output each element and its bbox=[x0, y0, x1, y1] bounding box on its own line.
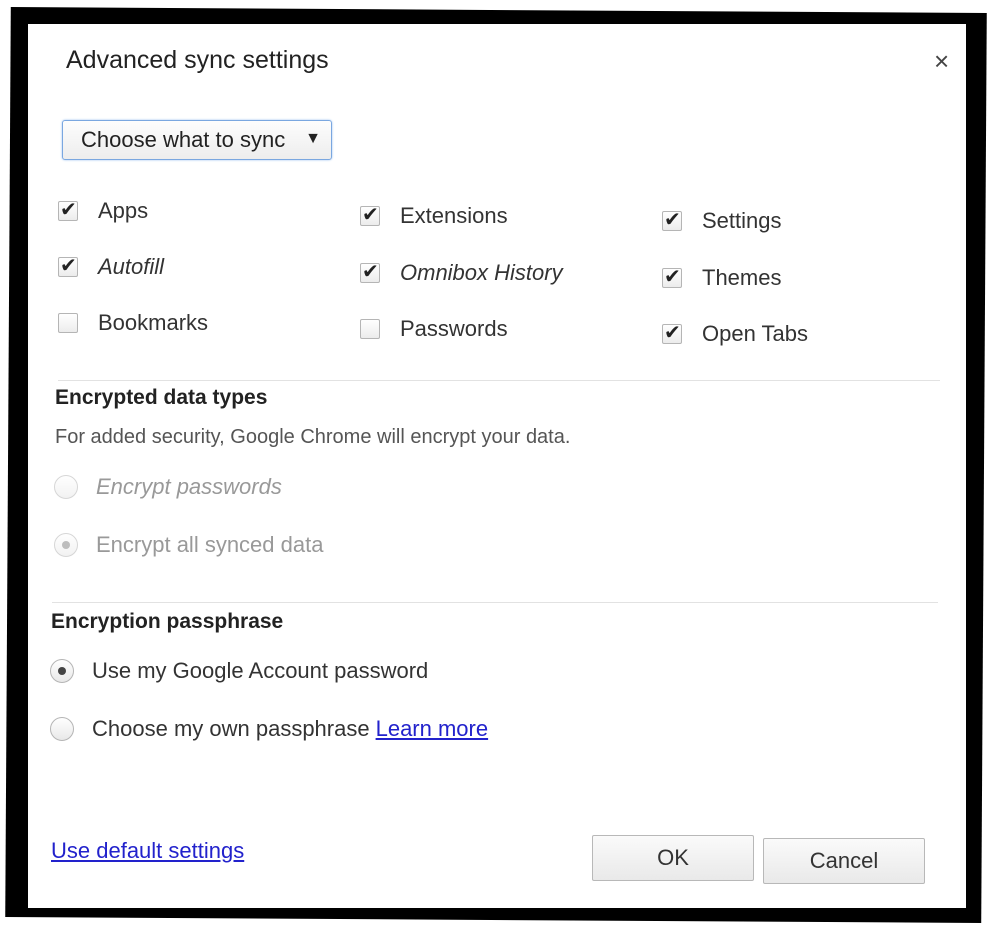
sync-item-label: Open Tabs bbox=[702, 321, 809, 346]
dialog-title: Advanced sync settings bbox=[66, 46, 329, 74]
checkbox-open-tabs[interactable] bbox=[662, 320, 682, 345]
radio-button bbox=[54, 533, 78, 557]
dropdown-selected-value: Choose what to sync bbox=[81, 127, 286, 152]
sync-item-themes[interactable]: Themes bbox=[662, 264, 782, 291]
encrypted-types-heading: Encrypted data types bbox=[55, 386, 268, 409]
ok-button[interactable]: OK bbox=[592, 835, 754, 881]
radio-label: Use my Google Account password bbox=[92, 658, 429, 683]
sync-item-label: Settings bbox=[702, 208, 782, 233]
checkbox-settings[interactable] bbox=[662, 207, 682, 232]
sync-item-extensions[interactable]: Extensions bbox=[360, 202, 508, 229]
sync-item-autofill[interactable]: Autofill bbox=[58, 253, 165, 280]
radio-use-google-password[interactable]: Use my Google Account password bbox=[50, 658, 428, 684]
checkbox-extensions[interactable] bbox=[360, 202, 380, 227]
radio-label: Encrypt passwords bbox=[96, 474, 282, 499]
sync-item-label: Passwords bbox=[400, 316, 508, 341]
cancel-button[interactable]: Cancel bbox=[763, 838, 925, 884]
sync-item-label: Extensions bbox=[400, 203, 508, 228]
advanced-sync-dialog: Advanced sync settings × Choose what to … bbox=[28, 24, 966, 908]
use-default-settings-link[interactable]: Use default settings bbox=[51, 838, 244, 864]
radio-button[interactable] bbox=[50, 717, 74, 741]
encrypted-types-description: For added security, Google Chrome will e… bbox=[55, 426, 571, 448]
radio-encrypt-all: Encrypt all synced data bbox=[54, 532, 323, 558]
sync-item-apps[interactable]: Apps bbox=[58, 197, 149, 224]
sync-choice-dropdown[interactable]: Choose what to sync ▼ bbox=[62, 120, 332, 160]
checkbox-bookmarks[interactable] bbox=[58, 313, 78, 333]
sync-item-label: Autofill bbox=[98, 254, 165, 279]
checkbox-passwords[interactable] bbox=[360, 319, 380, 339]
checkbox-omnibox-history[interactable] bbox=[360, 259, 380, 284]
sync-item-label: Apps bbox=[98, 198, 149, 223]
divider bbox=[52, 602, 938, 603]
radio-button[interactable] bbox=[50, 659, 74, 683]
checkbox-autofill[interactable] bbox=[58, 253, 78, 278]
sync-item-label: Themes bbox=[702, 265, 782, 290]
sync-item-label: Bookmarks bbox=[98, 310, 209, 335]
sync-item-omnibox-history[interactable]: Omnibox History bbox=[360, 259, 563, 286]
radio-label: Encrypt all synced data bbox=[96, 532, 324, 557]
checkbox-apps[interactable] bbox=[58, 197, 78, 222]
sync-item-passwords[interactable]: Passwords bbox=[360, 316, 508, 342]
divider bbox=[58, 380, 940, 381]
chevron-down-icon: ▼ bbox=[305, 130, 321, 147]
passphrase-heading: Encryption passphrase bbox=[51, 610, 284, 633]
learn-more-link[interactable]: Learn more bbox=[376, 716, 489, 741]
radio-own-passphrase[interactable]: Choose my own passphrase Learn more bbox=[50, 716, 488, 742]
close-icon[interactable]: × bbox=[934, 48, 949, 74]
sync-item-open-tabs[interactable]: Open Tabs bbox=[662, 320, 809, 347]
radio-label: Choose my own passphrase bbox=[92, 716, 370, 741]
sync-item-label: Omnibox History bbox=[400, 260, 563, 285]
radio-encrypt-passwords: Encrypt passwords bbox=[54, 474, 282, 500]
sync-item-settings[interactable]: Settings bbox=[662, 207, 782, 234]
sync-item-bookmarks[interactable]: Bookmarks bbox=[58, 310, 208, 336]
radio-button bbox=[54, 475, 78, 499]
checkbox-themes[interactable] bbox=[662, 264, 682, 289]
